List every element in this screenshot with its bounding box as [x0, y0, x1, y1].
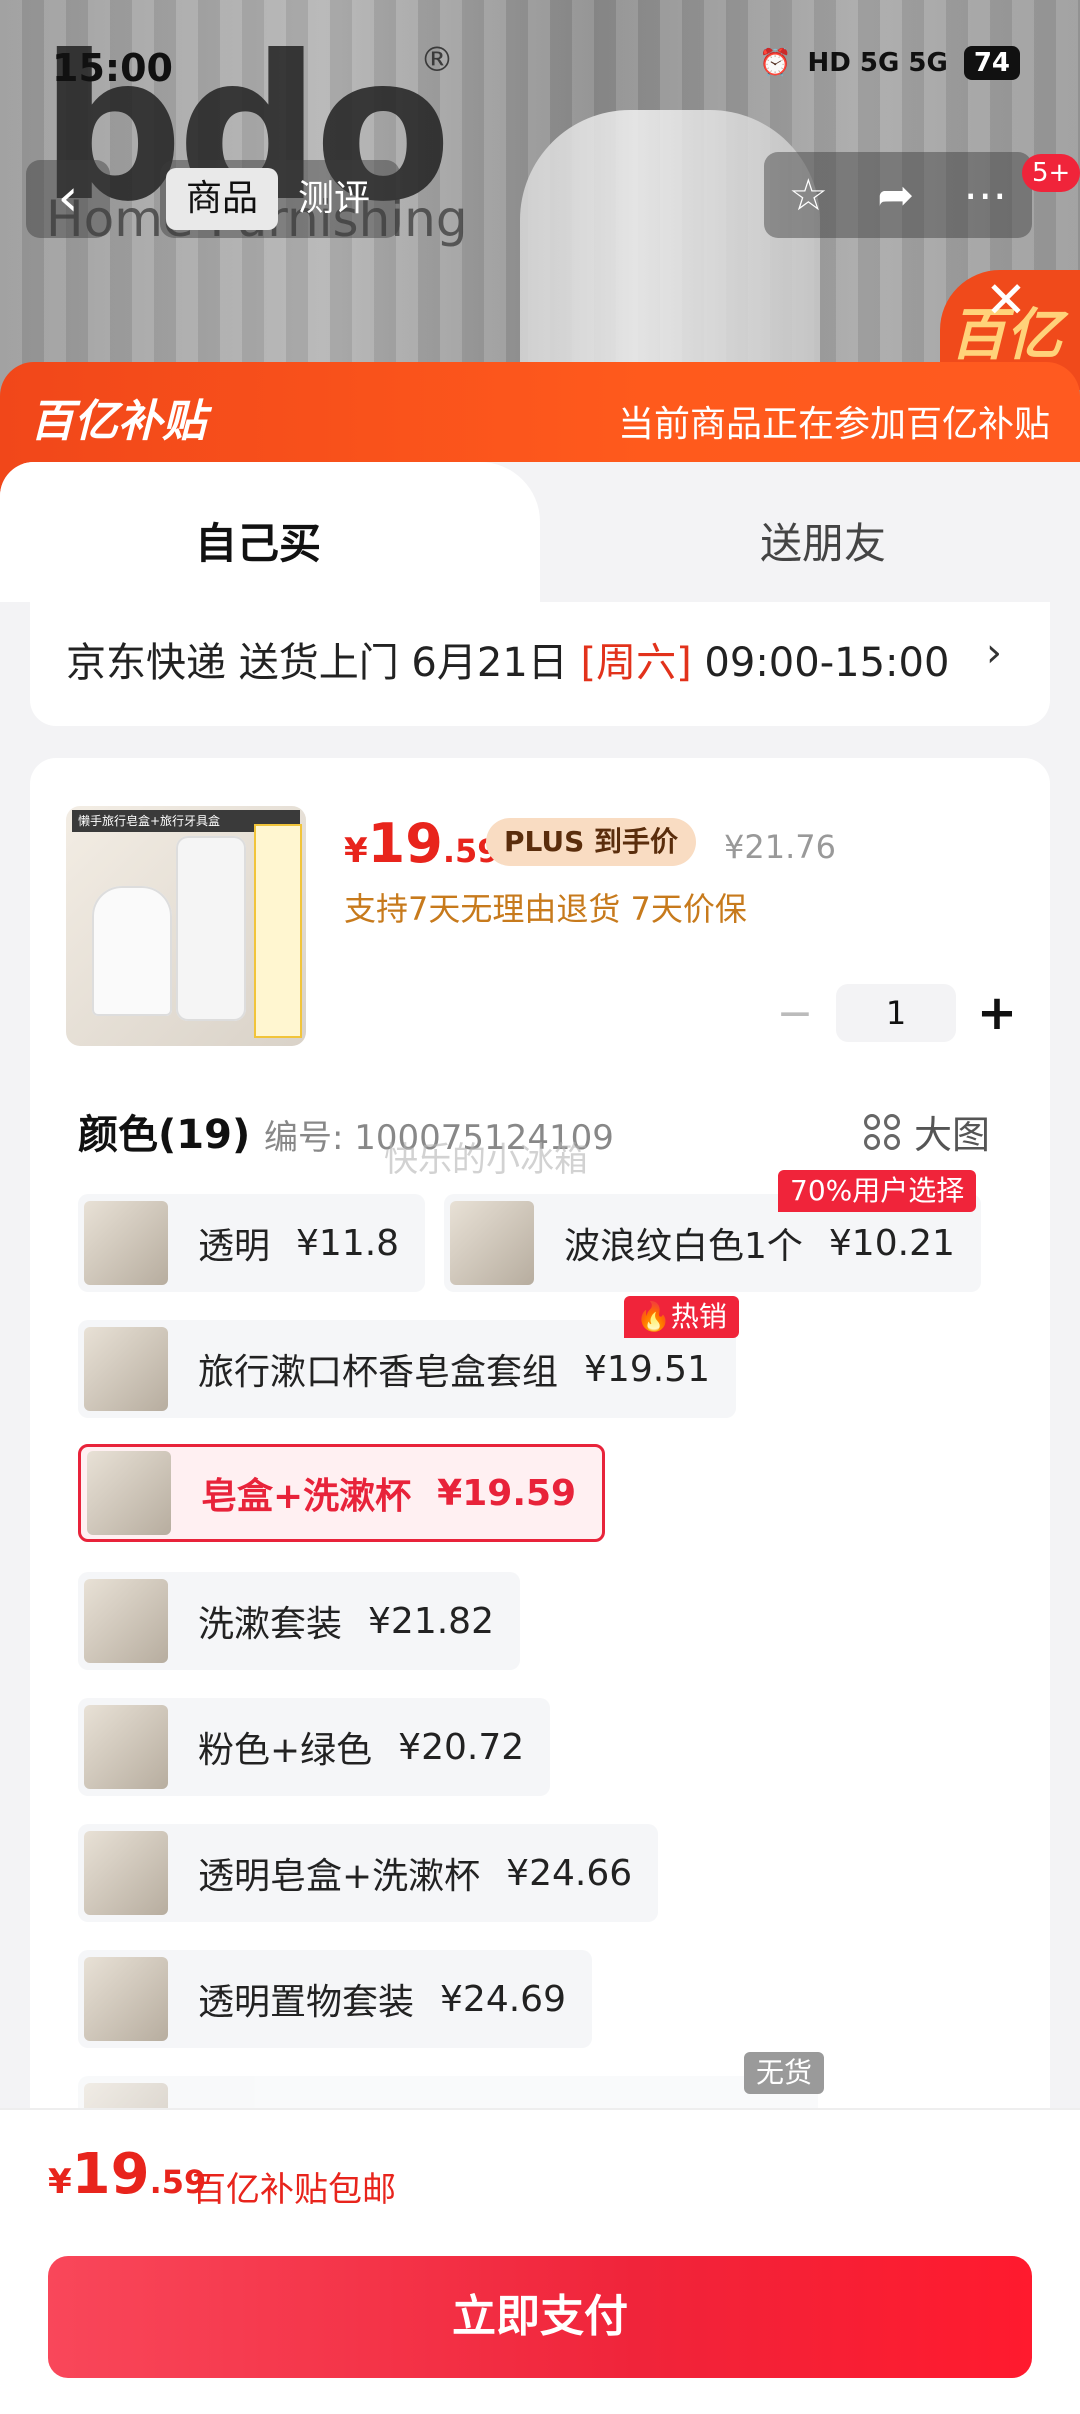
option-name: 皂盒+洗漱杯: [201, 1476, 412, 1517]
original-price: ¥21.76: [724, 828, 836, 866]
battery-indicator: 74: [963, 46, 1020, 80]
more-icon[interactable]: ⋯: [963, 170, 1007, 221]
nav-tabs: 商品 测评: [160, 160, 400, 238]
option-thumbnail: [84, 1579, 168, 1663]
quantity-input[interactable]: 1: [836, 984, 956, 1042]
color-option[interactable]: 透明置物套装 ¥24.69: [78, 1950, 592, 2048]
option-price: ¥24.69: [440, 1978, 566, 2020]
product-thumbnail[interactable]: 懒手旅行皂盒+旅行牙具盒: [66, 806, 306, 1046]
option-price: ¥19.59: [437, 1472, 577, 1514]
star-icon[interactable]: ☆: [789, 170, 828, 221]
option-thumbnail: [84, 1705, 168, 1789]
popular-choice-tag: 70%用户选择: [778, 1170, 977, 1212]
thumb-cup-tall: [176, 836, 246, 1021]
option-price: ¥21.82: [368, 1600, 494, 1642]
plus-price-tag: PLUS 到手价: [486, 818, 697, 866]
option-name: 洗漱套装: [198, 1604, 343, 1645]
guarantee-text: 支持7天无理由退货 7天价保: [344, 890, 747, 928]
tab-send-friend-label: 送朋友: [760, 519, 887, 568]
decrement-button[interactable]: −: [770, 988, 820, 1039]
color-section-title: 颜色(19): [78, 1112, 251, 1158]
option-name: 透明置物套装: [198, 1982, 415, 2023]
back-button[interactable]: ‹: [26, 160, 110, 238]
thumb-side-panel: [254, 824, 302, 1038]
increment-button[interactable]: +: [972, 985, 1022, 1041]
share-icon[interactable]: ➦: [877, 170, 914, 221]
delivery-text: 京东快递 送货上门 6月21日 [周六] 09:00-15:00: [66, 640, 950, 686]
subsidy-logo: 百亿补贴: [30, 396, 206, 447]
nav-actions: ☆ ➦ ⋯: [764, 152, 1032, 238]
tab-buy-self-label: 自己买: [195, 519, 322, 568]
color-option[interactable]: 洗漱套装 ¥21.82: [78, 1572, 520, 1670]
alarm-icon: ⏰: [759, 48, 792, 78]
thumb-cup-small: [92, 886, 172, 1016]
status-time: 15:00: [52, 46, 173, 90]
message-count-badge: 5+: [1022, 154, 1080, 192]
watermark: 快乐的小冰箱: [384, 1140, 588, 1180]
option-name: 透明: [198, 1226, 271, 1267]
close-icon[interactable]: ✕: [985, 275, 1027, 325]
shipping-note: 百亿补贴包邮: [192, 2170, 396, 2210]
color-option[interactable]: 粉色+绿色 ¥20.72: [78, 1698, 551, 1796]
status-bar: 15:00 ⏰ HD 5G 5G 74: [0, 0, 1080, 140]
option-name: 旅行漱口杯香皂盒套组: [198, 1352, 559, 1393]
option-price: ¥19.51: [584, 1348, 710, 1390]
out-of-stock-tag: 无货: [744, 2052, 825, 2094]
quantity-stepper: − 1 +: [770, 984, 1022, 1042]
option-name: 透明皂盒+洗漱杯: [198, 1856, 481, 1897]
option-name: 波浪纹白色1个: [564, 1226, 803, 1267]
option-price: ¥24.66: [506, 1852, 633, 1894]
option-price: ¥11.8: [296, 1222, 400, 1264]
tab-product[interactable]: 商品: [166, 168, 279, 230]
option-name: 粉色+绿色: [198, 1730, 373, 1771]
color-option[interactable]: 透明 ¥11.8: [78, 1194, 426, 1292]
option-thumbnail: [84, 1831, 168, 1915]
grid-icon: [864, 1113, 900, 1150]
option-price: ¥20.72: [398, 1726, 525, 1768]
chevron-right-icon[interactable]: ›: [986, 630, 1002, 676]
color-option[interactable]: 透明皂盒+洗漱杯 ¥24.66: [78, 1824, 659, 1922]
color-option-selected[interactable]: 皂盒+洗漱杯 ¥19.59: [78, 1444, 606, 1542]
status-icons: ⏰ HD 5G 5G 74: [759, 46, 1020, 80]
option-price: ¥10.21: [828, 1222, 955, 1264]
chevron-left-icon: ‹: [57, 168, 79, 228]
tab-review[interactable]: 测评: [278, 168, 390, 230]
option-thumbnail: [87, 1451, 171, 1535]
subsidy-banner-text: 当前商品正在参加百亿补贴: [617, 404, 1050, 445]
option-thumbnail: [84, 1201, 168, 1285]
big-image-button[interactable]: 大图: [864, 1104, 990, 1159]
pay-now-button[interactable]: 立即支付: [48, 2256, 1032, 2378]
network-indicator: HD 5G 5G: [807, 48, 948, 78]
option-thumbnail: [84, 1957, 168, 2041]
option-thumbnail: [450, 1201, 534, 1285]
product-price: ¥19.59: [344, 812, 500, 875]
big-image-label: 大图: [914, 1113, 991, 1157]
hot-sale-tag: 🔥热销: [624, 1296, 739, 1338]
option-thumbnail: [84, 1327, 168, 1411]
total-price: ¥19.59: [48, 2142, 207, 2207]
